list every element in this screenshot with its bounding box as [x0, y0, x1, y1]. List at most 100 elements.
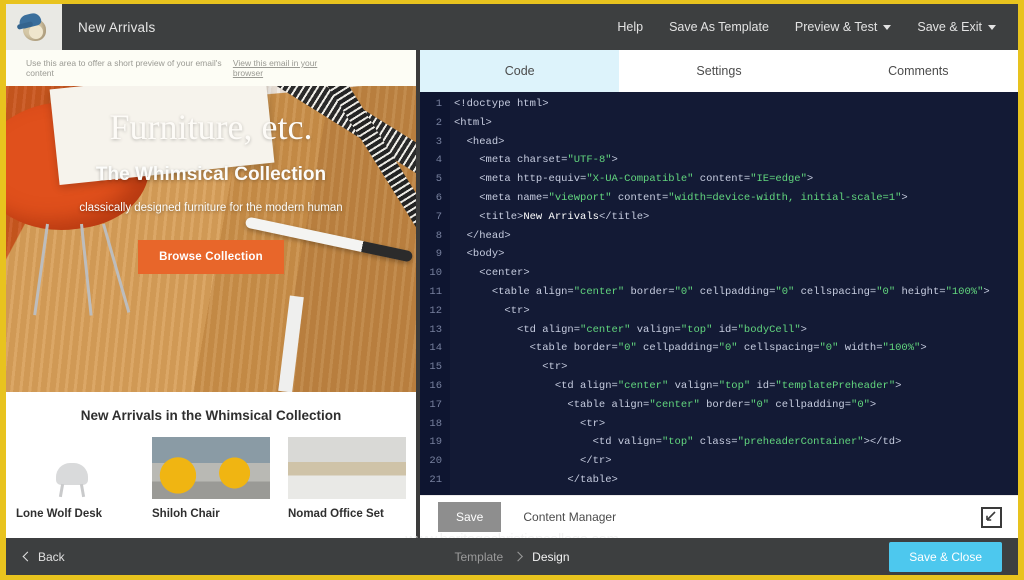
tab-comments[interactable]: Comments [819, 50, 1018, 92]
code-token: <td valign= [592, 436, 662, 449]
code-token: cellspacing= [737, 342, 820, 355]
mailchimp-freddie-icon[interactable] [6, 4, 62, 50]
code-token: border= [624, 285, 675, 298]
code-token: </head> [466, 229, 511, 242]
content-manager-link[interactable]: Content Manager [523, 510, 616, 524]
code-token: <table align= [567, 398, 650, 411]
code-token: "0" [775, 285, 795, 298]
code-line: 18 <tr> [420, 415, 1018, 434]
product-card[interactable]: Lone Wolf Desk [16, 437, 134, 520]
code-token: "UTF-8" [567, 154, 612, 167]
product-list: Lone Wolf Desk Shiloh Chair Nomad Office… [6, 437, 416, 520]
product-image [152, 437, 270, 499]
code-token: <td align= [517, 323, 581, 336]
line-number: 16 [429, 379, 442, 392]
line-number: 3 [435, 135, 442, 148]
tab-settings-label: Settings [696, 64, 742, 78]
chair-illustration-icon [50, 463, 94, 498]
back-button-label: Back [38, 549, 65, 564]
code-token: "width=device-width, initial-scale=1" [668, 191, 902, 204]
editor-tabs: Code Settings Comments [420, 50, 1018, 92]
code-token: "top" [661, 436, 694, 449]
code-token: content= [693, 173, 751, 186]
code-token: <center> [479, 267, 530, 280]
code-token: > [869, 398, 877, 411]
code-token: "100%" [882, 342, 921, 355]
code-token: "preheaderContainer" [737, 436, 864, 449]
code-token: border= [699, 398, 751, 411]
code-token: "0" [718, 342, 738, 355]
line-number: 15 [429, 361, 442, 374]
code-token: "100%" [945, 285, 984, 298]
code-token: "top" [680, 323, 713, 336]
code-token: id= [712, 323, 738, 336]
code-line: 17 <table align="center" border="0" cell… [420, 396, 1018, 415]
line-number: 20 [429, 455, 442, 468]
code-token: "center" [573, 285, 625, 298]
nav-preview-and-test-label: Preview & Test [794, 20, 878, 34]
product-name: Shiloh Chair [152, 508, 220, 520]
save-button[interactable]: Save [438, 502, 502, 532]
nav-save-as-template[interactable]: Save As Template [669, 20, 769, 34]
editor-pane: Code Settings Comments 1 <!doctype html> 2… [420, 50, 1018, 538]
save-and-close-button[interactable]: Save & Close [889, 541, 1002, 572]
view-in-browser-link[interactable]: View this email in your browser [233, 58, 402, 78]
code-line: 13 <td align="center" valign="top" id="b… [420, 321, 1018, 340]
code-token: cellpadding= [769, 398, 852, 411]
tab-code[interactable]: Code [420, 50, 620, 92]
code-token: "bodyCell" [737, 323, 801, 336]
code-line: 21 </table> [420, 471, 1018, 490]
line-number: 9 [435, 248, 442, 261]
line-number: 18 [429, 417, 442, 430]
page-title: New Arrivals [78, 19, 156, 35]
code-token: > [983, 285, 990, 298]
code-token: </table> [567, 473, 618, 486]
code-token: "0" [851, 398, 870, 411]
code-token: id= [750, 379, 776, 392]
product-name: Lone Wolf Desk [16, 508, 103, 520]
email-preview-pane[interactable]: Use this area to offer a short preview o… [6, 50, 416, 538]
header-nav: Help Save As Template Preview & Test Sav… [617, 20, 1018, 34]
code-token: valign= [668, 379, 719, 392]
nav-help[interactable]: Help [617, 20, 643, 34]
browse-collection-button[interactable]: Browse Collection [138, 239, 284, 274]
code-token: New Arrivals [523, 210, 599, 223]
hero-banner[interactable]: Furniture, etc. The Whimsical Collection… [6, 86, 416, 392]
code-line: 4 <meta charset="UTF-8"> [420, 151, 1018, 170]
code-token: width= [838, 342, 883, 355]
code-token: <meta http-equiv= [479, 173, 587, 186]
code-token: <tr> [504, 304, 530, 317]
code-token: > [901, 191, 908, 204]
breadcrumb-item-template[interactable]: Template [454, 550, 503, 564]
code-token: "templatePreheader" [775, 379, 896, 392]
product-image [16, 437, 134, 499]
code-line: 20 </tr> [420, 452, 1018, 471]
product-card[interactable]: Nomad Office Set [288, 437, 406, 520]
line-number: 1 [435, 98, 442, 110]
code-token: cellpadding= [693, 285, 776, 298]
product-card[interactable]: Shiloh Chair [152, 437, 270, 520]
tab-settings[interactable]: Settings [619, 50, 818, 92]
hero-text-block: Furniture, etc. The Whimsical Collection… [6, 86, 416, 392]
nav-save-and-exit[interactable]: Save & Exit [917, 20, 996, 34]
code-token: <meta charset= [479, 154, 568, 167]
code-editor[interactable]: 1 <!doctype html> 2 <html> 3 <head> 4 <meta c… [420, 92, 1018, 495]
code-token: > [611, 154, 618, 167]
chevron-right-icon [512, 551, 523, 562]
code-line: 3 <head> [420, 133, 1018, 152]
resize-handle-icon[interactable] [981, 506, 1002, 528]
code-token: <td align= [554, 379, 618, 392]
code-token: "center" [617, 379, 669, 392]
code-line: 11 <table align="center" border="0" cell… [420, 283, 1018, 302]
breadcrumb: Template Design [454, 550, 569, 564]
code-line: 2 <html> [420, 114, 1018, 133]
back-button[interactable]: Back [22, 549, 65, 564]
nav-preview-and-test[interactable]: Preview & Test [794, 20, 892, 34]
code-line: 8 </head> [420, 227, 1018, 246]
code-token: "0" [876, 285, 896, 298]
code-token: "0" [819, 342, 839, 355]
code-token: "center" [649, 398, 700, 411]
chevron-down-icon [988, 24, 996, 30]
preheader-bar: Use this area to offer a short preview o… [6, 50, 416, 86]
code-text-area[interactable]: 1 <!doctype html> 2 <html> 3 <head> 4 <meta c… [420, 92, 1018, 495]
